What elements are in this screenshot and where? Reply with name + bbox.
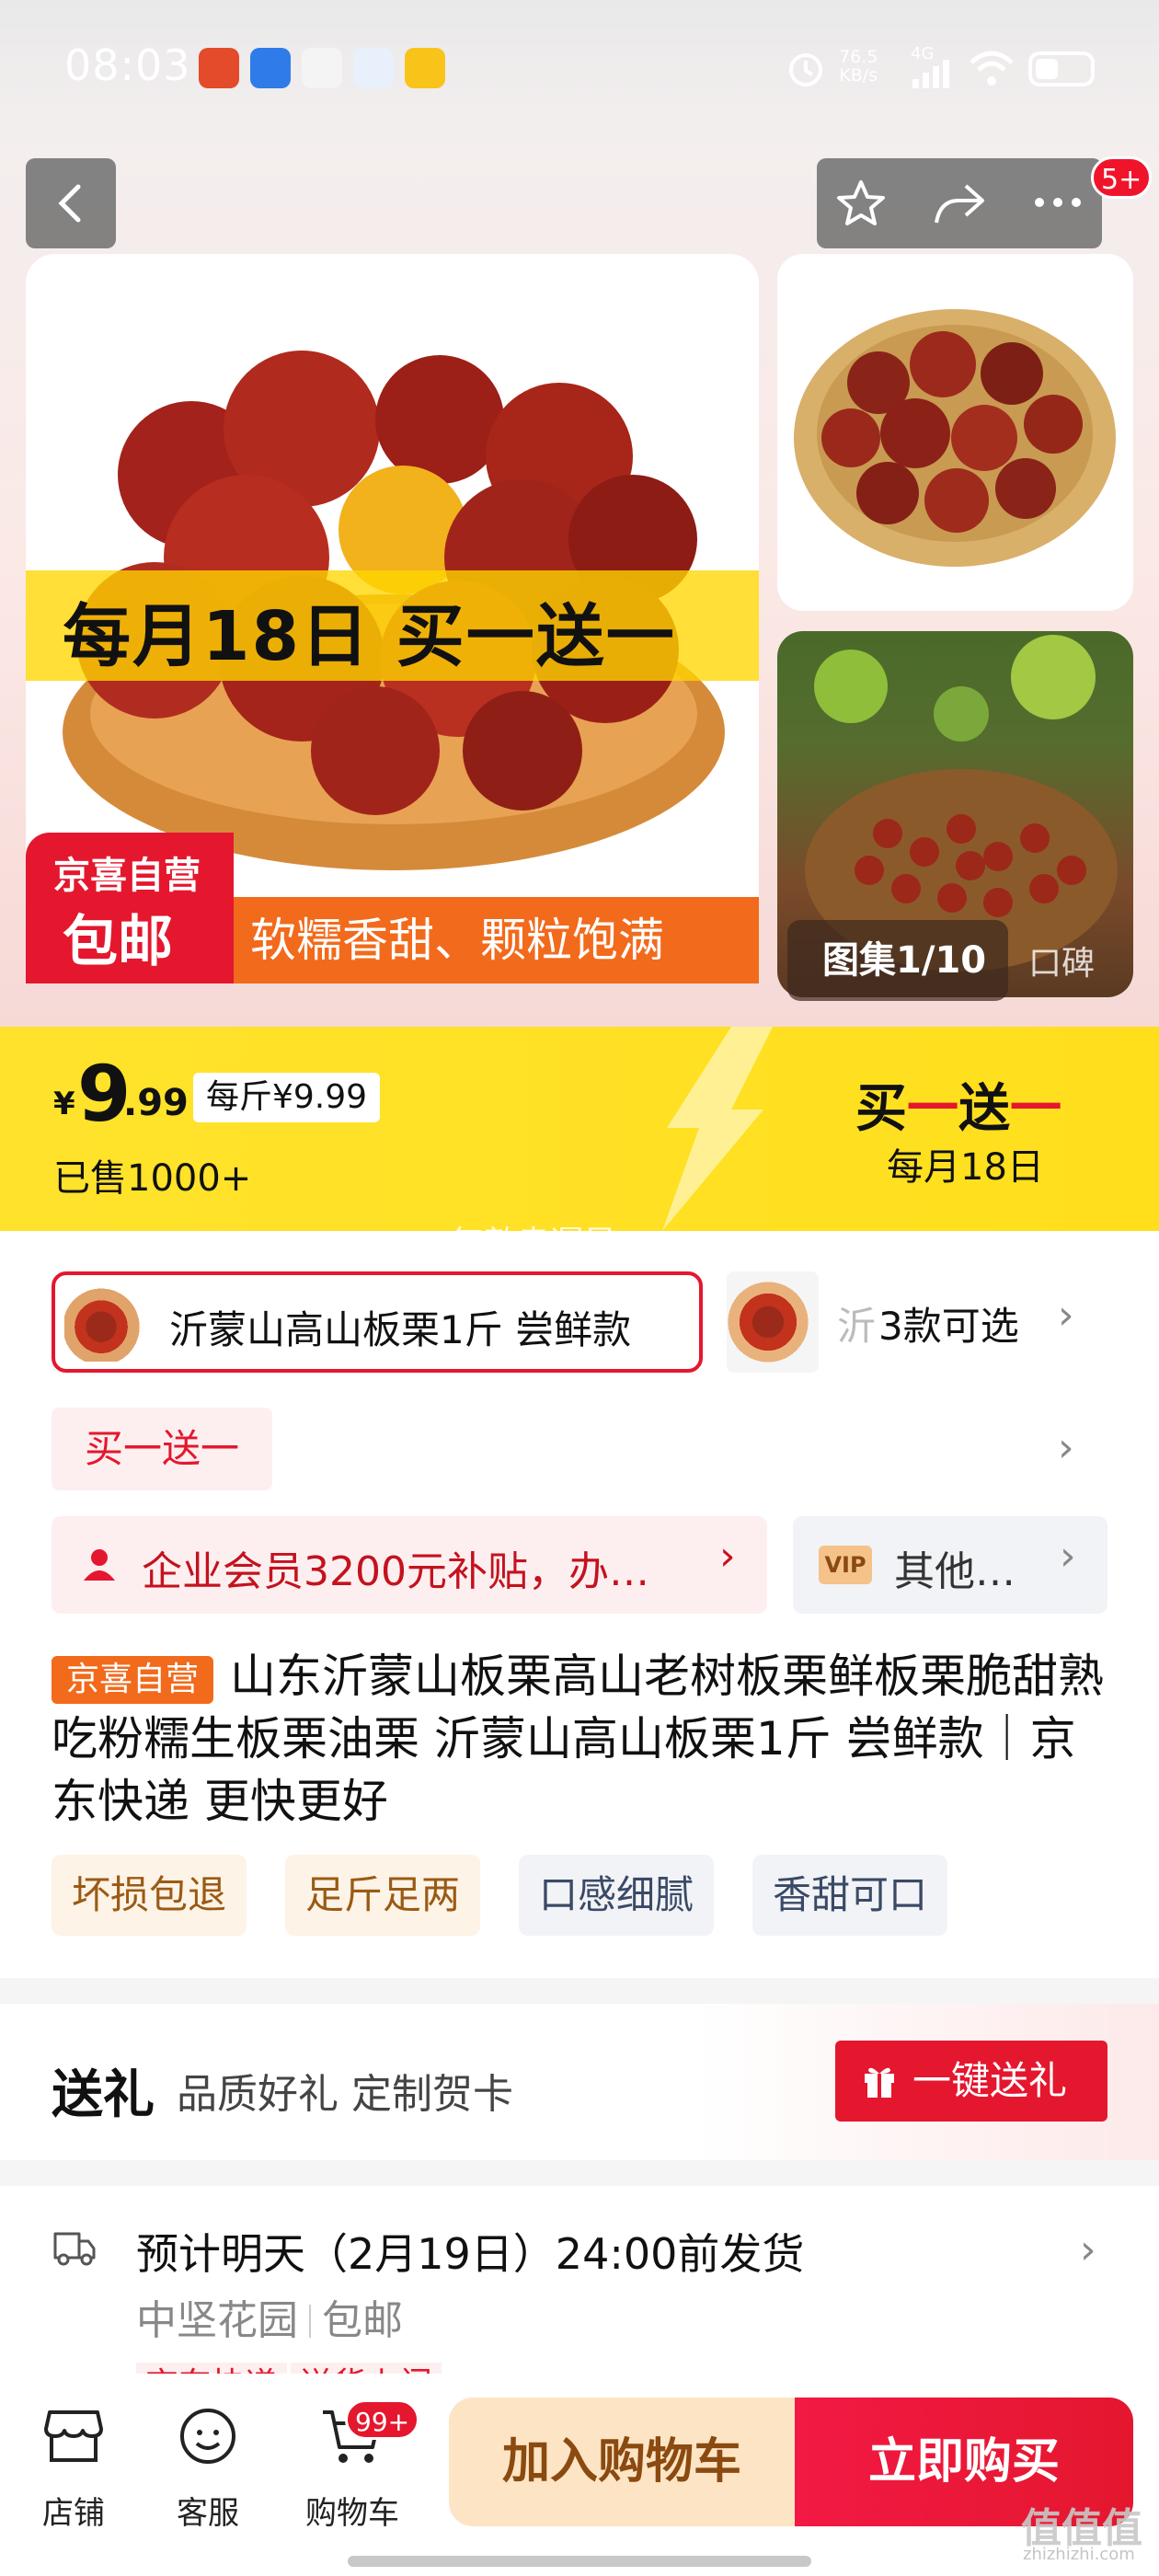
gift-button-label: 一键送礼: [912, 2058, 1068, 2103]
chevron-right-icon[interactable]: ›: [1058, 1424, 1074, 1471]
spec-label: 沂蒙山高山板栗1斤 尝鲜款: [169, 1307, 632, 1352]
spec-option-2[interactable]: [727, 1271, 819, 1373]
sticker-top-text: 京喜自营: [53, 855, 201, 897]
alarm-icon: [789, 53, 822, 86]
app-icon-weibo: [405, 48, 445, 88]
jingxi-sticker: 京喜自营 包邮: [26, 833, 234, 983]
net-speed: 76.5 KB/s: [839, 47, 878, 86]
gift-title: 送礼: [52, 2065, 155, 2125]
jingxi-badge: 京喜自营: [52, 1656, 213, 1704]
star-icon[interactable]: [833, 177, 889, 232]
site-watermark-url: zhizhizhi.com: [1023, 2545, 1135, 2564]
enterprise-member-banner[interactable]: 企业会员3200元补贴，办… ›: [52, 1516, 767, 1614]
person-icon: [84, 1549, 115, 1581]
unit-price: 每斤¥9.99: [193, 1073, 381, 1122]
bogo-date: 每月18日: [887, 1146, 1044, 1189]
home-indicator[interactable]: [348, 2556, 811, 2567]
lightning-icon: [662, 1027, 773, 1231]
gift-subtitle: 品质好礼 定制贺卡: [177, 2071, 513, 2118]
signal-icon: [912, 60, 949, 88]
thumbnail-basket[interactable]: [777, 254, 1133, 611]
chestnut-basket-image: [794, 309, 1116, 567]
status-bar: 08:03 76.5 KB/s 4G: [0, 0, 1159, 138]
shop-label: 店铺: [42, 2495, 105, 2532]
cart-label: 购物车: [305, 2495, 399, 2532]
section-divider: [0, 1978, 1159, 2004]
review-tab[interactable]: 口碑: [1028, 937, 1095, 984]
spec-more-count[interactable]: 3款可选: [878, 1295, 1019, 1351]
user-watermark: 無敵幸運星: [451, 1225, 617, 1262]
app-icon-shield: [250, 48, 291, 88]
status-time: 08:03: [64, 40, 191, 90]
other-text: 其他…: [894, 1548, 1016, 1595]
tagline-bar: 软糯香甜、颗粒饱满: [234, 897, 759, 983]
enterprise-text: 企业会员3200元补贴，办…: [142, 1548, 649, 1595]
add-to-cart-button[interactable]: 加入购物车: [449, 2398, 795, 2526]
service-label: 客服: [177, 2495, 239, 2532]
cart-count-badge: 99+: [345, 2399, 420, 2440]
sticker-bottom-text: 包邮: [63, 910, 173, 974]
shop-button[interactable]: 店铺: [18, 2403, 129, 2533]
share-icon[interactable]: [931, 178, 988, 230]
app-icon-ifly: [353, 48, 394, 88]
chevron-right-icon: ›: [719, 1533, 736, 1580]
spec-option-selected[interactable]: 沂蒙山高山板栗1斤 尝鲜款: [52, 1271, 703, 1373]
feature-tag: 口感细腻: [519, 1855, 715, 1936]
customer-service-icon: [180, 2409, 235, 2464]
price-currency: ¥: [53, 1086, 75, 1122]
chevron-left-icon: [58, 184, 81, 223]
chevron-right-icon[interactable]: ›: [1058, 1292, 1074, 1339]
chevron-right-icon: ›: [1060, 1533, 1076, 1580]
shop-icon: [44, 2410, 103, 2462]
bogo-promo-tag[interactable]: 买一送一: [52, 1408, 272, 1490]
back-button[interactable]: [26, 158, 116, 248]
shipping-address[interactable]: 中坚花园 包邮: [136, 2287, 403, 2346]
delivery-truck-icon: [53, 2232, 96, 2266]
wifi-icon: [970, 51, 1014, 86]
gallery-counter[interactable]: 图集1/10: [787, 920, 1008, 1001]
nav-actions: [817, 158, 1102, 248]
spec-option-2-label: 沂: [837, 1304, 877, 1349]
price-decimal: .99: [123, 1082, 189, 1124]
feature-tag: 香甜可口: [752, 1855, 948, 1936]
service-button[interactable]: 客服: [153, 2403, 263, 2533]
more-icon[interactable]: [1032, 195, 1084, 210]
spec-thumbnail: [64, 1284, 156, 1362]
feature-tag: 足斤足两: [285, 1855, 481, 1936]
section-divider: [0, 2160, 1159, 2186]
shipping-estimate[interactable]: 预计明天（2月19日）24:00前发货: [136, 2221, 804, 2282]
gift-button[interactable]: 一键送礼: [835, 2041, 1107, 2122]
battery-icon: [1028, 52, 1095, 86]
other-benefits[interactable]: VIP 其他… ›: [793, 1516, 1107, 1614]
sold-count: 已售1000+: [53, 1157, 252, 1200]
bogo-title: 买一送一: [855, 1079, 1061, 1139]
message-badge: 5+: [1091, 156, 1153, 199]
app-icon-mobile: [199, 48, 239, 88]
app-icon-map: [302, 48, 342, 88]
vip-badge: VIP: [819, 1546, 872, 1584]
chevron-right-icon[interactable]: ›: [1080, 2226, 1096, 2273]
promo-overlay-text: 每月18日 买一送一: [63, 597, 676, 676]
feature-tag: 坏损包退: [52, 1855, 247, 1936]
gift-icon: [865, 2067, 894, 2098]
